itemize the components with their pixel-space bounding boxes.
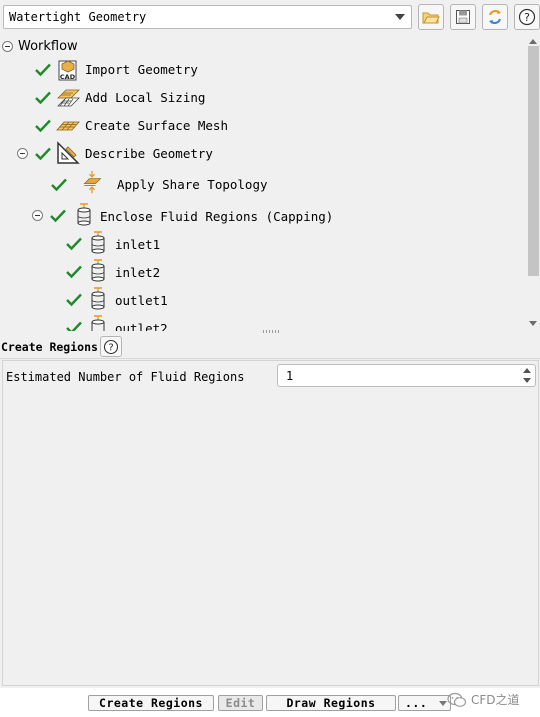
capping-icon (91, 315, 105, 331)
refresh-button[interactable] (482, 4, 508, 30)
tree-item-label: Describe Geometry (85, 146, 213, 161)
tree-item-label: inlet2 (115, 265, 161, 280)
describe-geometry-collapse-toggle[interactable] (17, 148, 28, 159)
tree-item-label: Add Local Sizing (85, 90, 206, 105)
tree-item-label: Enclose Fluid Regions (Capping) (100, 209, 334, 224)
task-help-button[interactable]: ? (100, 336, 122, 357)
enclose-fluid-regions-collapse-toggle[interactable] (32, 210, 43, 221)
chevron-down-icon (439, 701, 447, 706)
check-icon (35, 119, 51, 133)
workflow-select[interactable]: Watertight Geometry (3, 5, 412, 29)
svg-text:?: ? (524, 11, 530, 24)
edit-button[interactable]: Edit (218, 695, 263, 711)
help-button[interactable]: ? (514, 4, 540, 30)
local-sizing-icon (57, 89, 80, 107)
check-icon (66, 293, 82, 307)
tree-item-label: Create Surface Mesh (85, 118, 228, 133)
task-body: Estimated Number of Fluid Regions 1 (2, 360, 539, 686)
wechat-logo-icon (447, 692, 467, 707)
save-icon (456, 10, 470, 24)
svg-text:CAD: CAD (60, 73, 76, 81)
top-toolbar: Watertight Geometry ? (0, 0, 540, 36)
scroll-thumb[interactable] (528, 46, 539, 276)
fluid-regions-value: 1 (286, 369, 294, 383)
svg-text:?: ? (108, 342, 113, 353)
tree-scrollbar[interactable] (527, 36, 540, 330)
check-icon (66, 321, 82, 331)
save-button[interactable] (450, 4, 476, 30)
surface-mesh-icon (56, 121, 80, 131)
more-options-label: ... (405, 696, 428, 710)
share-topology-icon (83, 170, 102, 194)
capping-icon (91, 231, 105, 254)
tree-item-label: Apply Share Topology (117, 177, 268, 192)
workflow-select-value: Watertight Geometry (9, 10, 147, 24)
draw-regions-button[interactable]: Draw Regions (266, 695, 396, 711)
tree-item-label: outlet1 (115, 293, 168, 308)
task-title: Create Regions (1, 340, 98, 354)
tree-item-label: outlet2 (115, 321, 168, 331)
workflow-root-label[interactable]: Workflow (18, 39, 78, 54)
capping-icon (91, 259, 105, 282)
check-icon (50, 209, 66, 223)
tree-item-label: inlet1 (115, 237, 161, 252)
more-options-button[interactable]: ... (398, 695, 451, 711)
open-folder-button[interactable] (418, 4, 444, 30)
workflow-collapse-toggle[interactable] (2, 41, 13, 52)
check-icon (66, 265, 82, 279)
help-icon: ? (518, 8, 536, 26)
check-icon (35, 91, 51, 105)
chevron-down-icon (395, 14, 405, 20)
refresh-icon (489, 10, 501, 24)
check-icon (51, 178, 67, 192)
workflow-tree: Workflow CAD Import Geometry Add Local S… (0, 36, 540, 331)
describe-geometry-icon (57, 141, 80, 164)
watermark-text: CFD之道 (471, 693, 520, 707)
task-header: Create Regions ? (0, 333, 540, 359)
help-icon: ? (103, 339, 119, 354)
scroll-up-arrow-icon[interactable] (529, 39, 537, 44)
open-folder-icon (422, 12, 440, 24)
spin-up-icon[interactable] (523, 368, 531, 373)
bottom-button-bar: Create Regions Edit Draw Regions ... CFD… (0, 688, 540, 717)
spin-down-icon[interactable] (523, 378, 531, 383)
fluid-regions-spinbox[interactable]: 1 (277, 364, 536, 387)
tree-item-label: Import Geometry (85, 62, 198, 77)
import-geometry-cad-icon: CAD (58, 60, 77, 81)
capping-icon (91, 287, 105, 310)
create-regions-button[interactable]: Create Regions (88, 695, 214, 711)
scroll-down-arrow-icon[interactable] (529, 321, 537, 326)
fluid-regions-label: Estimated Number of Fluid Regions (6, 370, 245, 384)
capping-icon (77, 203, 91, 226)
watermark: CFD之道 (447, 691, 520, 708)
check-icon (35, 63, 51, 77)
check-icon (35, 147, 51, 161)
check-icon (66, 237, 82, 251)
